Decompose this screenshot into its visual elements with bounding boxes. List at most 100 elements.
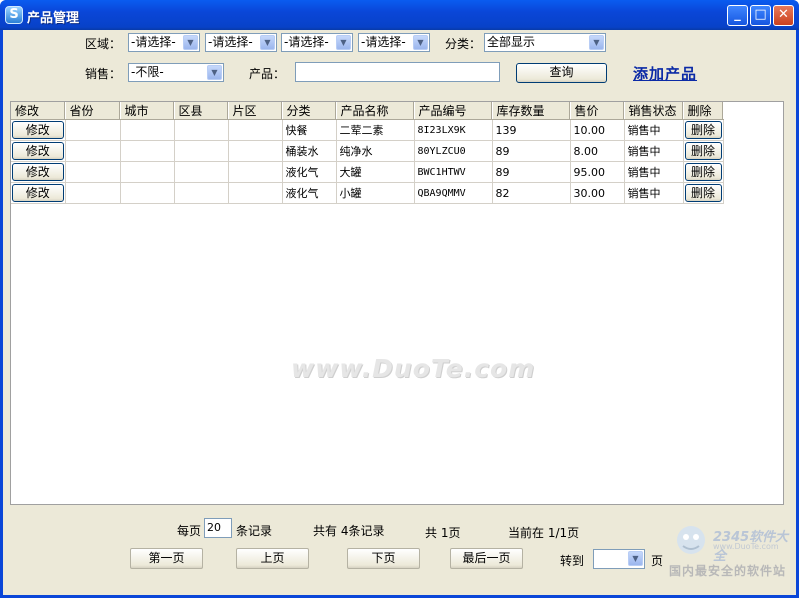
mascot-icon (677, 526, 705, 554)
edit-cell: 修改 (11, 182, 66, 204)
product-code-cell: QBA9QMMV (414, 182, 493, 204)
app-icon: S (5, 6, 23, 24)
province-select[interactable]: -请选择- ▼ (128, 33, 200, 52)
site-logo-watermark: 2345软件大全 www.DuoTe.com 国内最安全的软件站 (661, 520, 796, 580)
delete-button[interactable]: 删除 (684, 184, 722, 202)
category-cell: 液化气 (282, 182, 337, 204)
area-cell (228, 119, 283, 141)
column-header-city: 城市 (120, 102, 175, 120)
chevron-down-icon: ▼ (336, 35, 351, 50)
close-button[interactable]: ✕ (773, 5, 794, 26)
city-select[interactable]: -请选择- ▼ (205, 33, 277, 52)
minimize-button[interactable]: _ (727, 5, 748, 26)
city-cell (120, 182, 175, 204)
district-cell (174, 182, 229, 204)
product-name-cell: 大罐 (336, 161, 415, 183)
region-label: 区域： (85, 37, 122, 51)
stock-cell: 139 (492, 119, 571, 141)
window-title: 产品管理 (27, 11, 80, 26)
price-cell: 8.00 (570, 140, 625, 162)
province-select-value: -请选择- (131, 35, 176, 49)
edit-button[interactable]: 修改 (12, 163, 64, 181)
delete-button[interactable]: 删除 (684, 142, 722, 160)
prev-page-button[interactable]: 上页 (236, 548, 309, 569)
delete-cell: 删除 (683, 119, 724, 141)
price-cell: 10.00 (570, 119, 625, 141)
price-cell: 95.00 (570, 161, 625, 183)
edit-button[interactable]: 修改 (12, 142, 64, 160)
delete-cell: 删除 (683, 161, 724, 183)
category-select[interactable]: 全部显示 ▼ (484, 33, 606, 52)
last-page-button[interactable]: 最后一页 (450, 548, 523, 569)
edit-cell: 修改 (11, 119, 66, 141)
city-cell (120, 140, 175, 162)
price-cell: 30.00 (570, 182, 625, 204)
delete-cell: 删除 (683, 140, 724, 162)
chevron-down-icon: ▼ (413, 35, 428, 50)
column-header-province: 省份 (65, 102, 121, 120)
per-page-suffix: 条记录 (236, 524, 273, 538)
table-header: 修改 省份 城市 区县 片区 分类 产品名称 产品编号 库存数量 售价 销售状态… (11, 102, 724, 120)
area-cell (228, 140, 283, 162)
product-name-cell: 纯净水 (336, 140, 415, 162)
first-page-button[interactable]: 第一页 (130, 548, 203, 569)
goto-page-select[interactable]: ▼ (593, 549, 645, 569)
category-label: 分类： (445, 37, 482, 51)
delete-cell: 删除 (683, 182, 724, 204)
delete-button[interactable]: 删除 (684, 121, 722, 139)
delete-button[interactable]: 删除 (684, 163, 722, 181)
area-cell (228, 182, 283, 204)
app-window: S 产品管理 _ □ ✕ 区域： -请选择- ▼ -请选择- ▼ -请选择- ▼ -请… (0, 0, 799, 598)
district-select[interactable]: -请选择- ▼ (281, 33, 353, 52)
stock-cell: 82 (492, 182, 571, 204)
city-cell (120, 161, 175, 183)
chevron-down-icon: ▼ (207, 65, 222, 80)
chevron-down-icon: ▼ (183, 35, 198, 50)
chevron-down-icon: ▼ (260, 35, 275, 50)
column-header-district: 区县 (174, 102, 229, 120)
table-row: 修改 快餐 二荤二素 8I23LX9K 139 10.00 销售中 删除 (11, 119, 724, 141)
total-records: 共有 4条记录 (313, 524, 385, 538)
city-cell (120, 119, 175, 141)
column-header-product-code: 产品编号 (414, 102, 493, 120)
main-panel: 区域： -请选择- ▼ -请选择- ▼ -请选择- ▼ -请选择- ▼ 分类： 全部显示… (3, 30, 796, 595)
district-cell (174, 119, 229, 141)
province-cell (65, 119, 121, 141)
site-slogan: 国内最安全的软件站 (669, 564, 787, 578)
product-input[interactable] (295, 62, 500, 82)
column-header-price: 售价 (570, 102, 625, 120)
table-row: 修改 液化气 大罐 BWC1HTWV 89 95.00 销售中 删除 (11, 161, 724, 183)
product-label: 产品： (249, 67, 286, 81)
district-select-value: -请选择- (284, 35, 329, 49)
column-header-stock: 库存数量 (492, 102, 571, 120)
status-cell: 销售中 (624, 161, 684, 183)
chevron-down-icon: ▼ (589, 35, 604, 50)
maximize-button[interactable]: □ (750, 5, 771, 26)
edit-button[interactable]: 修改 (12, 184, 64, 202)
total-pages: 共 1页 (425, 526, 461, 540)
column-header-area: 片区 (228, 102, 283, 120)
area-select[interactable]: -请选择- ▼ (358, 33, 430, 52)
status-cell: 销售中 (624, 119, 684, 141)
page-size-input[interactable]: 20 (204, 518, 232, 538)
search-button[interactable]: 查询 (516, 63, 607, 83)
next-page-button[interactable]: 下页 (347, 548, 420, 569)
column-header-edit: 修改 (11, 102, 66, 120)
status-cell: 销售中 (624, 140, 684, 162)
edit-cell: 修改 (11, 140, 66, 162)
area-cell (228, 161, 283, 183)
column-header-delete: 删除 (683, 102, 724, 120)
product-code-cell: BWC1HTWV (414, 161, 493, 183)
sales-select-value: -不限- (131, 65, 164, 79)
district-cell (174, 161, 229, 183)
add-product-link[interactable]: 添加产品 (633, 63, 697, 84)
column-header-category: 分类 (282, 102, 337, 120)
column-header-product-name: 产品名称 (336, 102, 415, 120)
edit-button[interactable]: 修改 (12, 121, 64, 139)
table-row: 修改 桶装水 纯净水 80YLZCU0 89 8.00 销售中 删除 (11, 140, 724, 162)
area-select-value: -请选择- (361, 35, 406, 49)
province-cell (65, 182, 121, 204)
product-grid: 修改 省份 城市 区县 片区 分类 产品名称 产品编号 库存数量 售价 销售状态… (10, 101, 784, 505)
title-bar[interactable]: S 产品管理 _ □ ✕ (0, 0, 799, 30)
sales-select[interactable]: -不限- ▼ (128, 63, 224, 82)
